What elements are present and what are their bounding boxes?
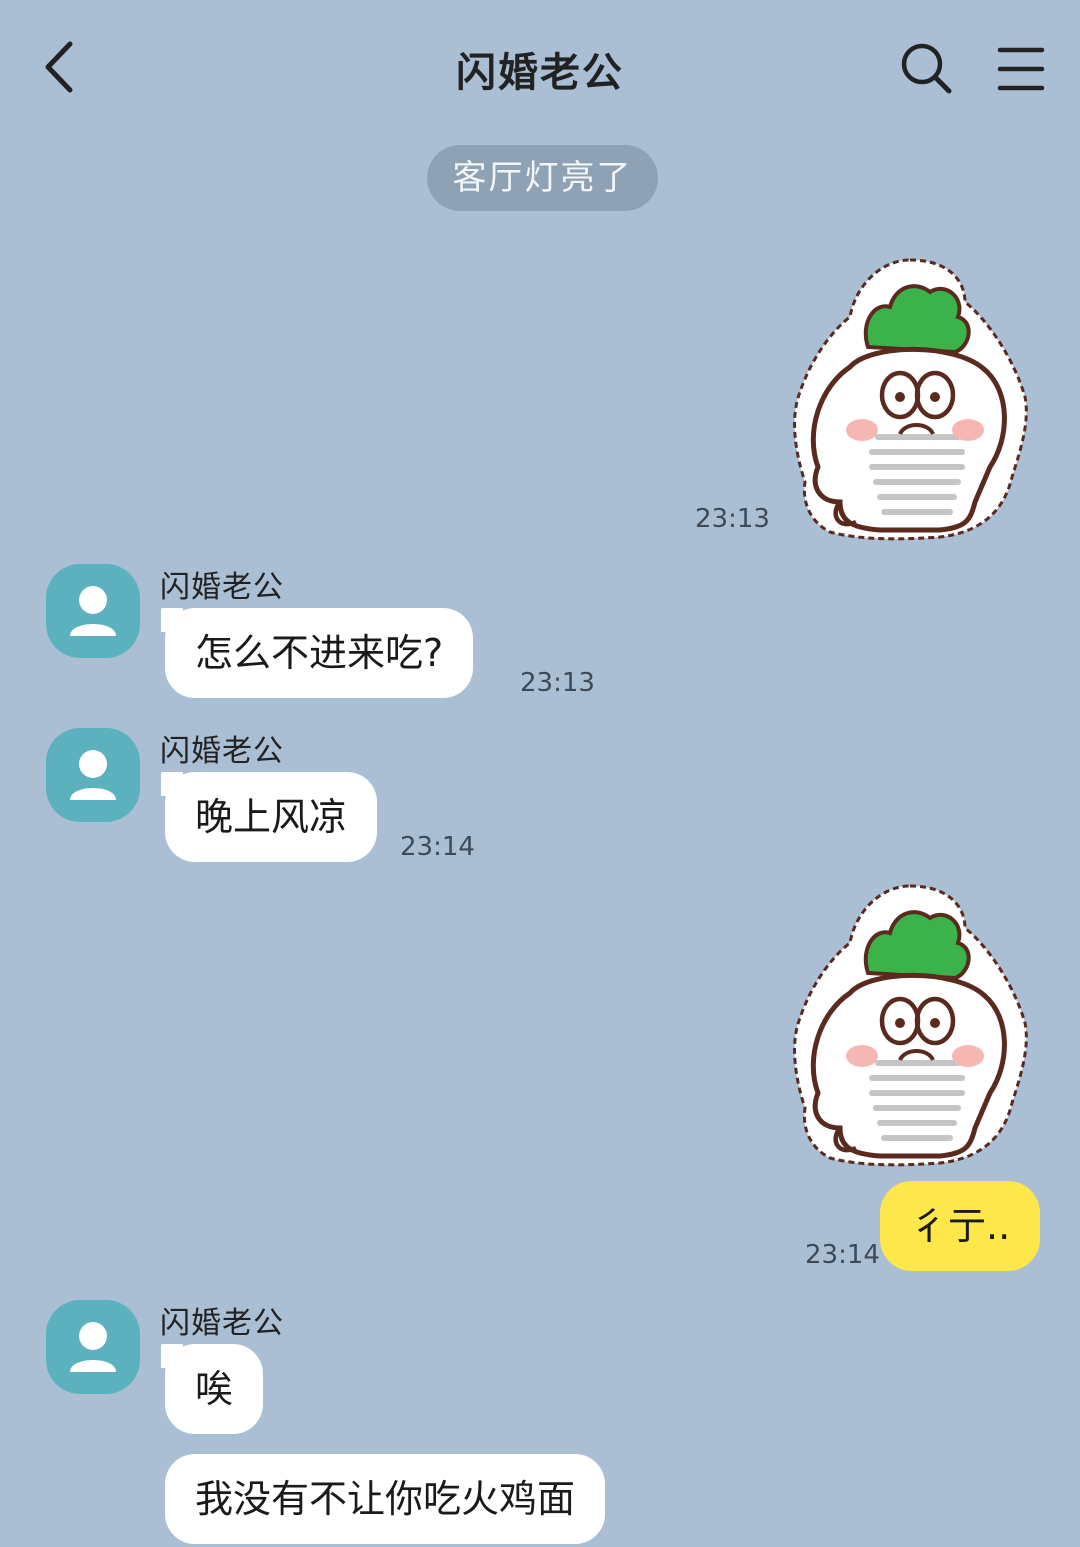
message-bubble[interactable]: 晚上风凉 [160,772,378,862]
sender-name: 闪婚老公 [160,570,284,605]
message-time: 23:13 [520,668,595,698]
avatar[interactable] [46,564,140,658]
search-icon [901,43,952,94]
message-bubble[interactable]: 唉 [160,1344,264,1434]
person-icon [70,1322,116,1372]
message-bubble[interactable]: 彳亍.. [880,1181,1041,1271]
message-bubble[interactable]: 我没有不让你吃火鸡面 [165,1454,606,1544]
person-icon [70,750,116,800]
avatar[interactable] [46,1300,140,1394]
message-time: 23:14 [805,1240,880,1270]
search-button[interactable] [898,40,954,96]
message-bubble[interactable]: 怎么不进来吃? [160,608,474,698]
menu-icon [997,47,1045,91]
avatar[interactable] [46,728,140,822]
sender-name: 闪婚老公 [160,1306,284,1341]
radish-character-sticker[interactable] [790,252,1030,542]
system-notice: 客厅灯亮了 [427,145,658,211]
sender-name: 闪婚老公 [160,734,284,769]
message-time: 23:14 [400,832,475,862]
message-time: 23:13 [695,504,770,534]
menu-button[interactable] [996,44,1048,94]
person-icon [70,586,116,636]
radish-character-sticker[interactable] [790,878,1030,1168]
